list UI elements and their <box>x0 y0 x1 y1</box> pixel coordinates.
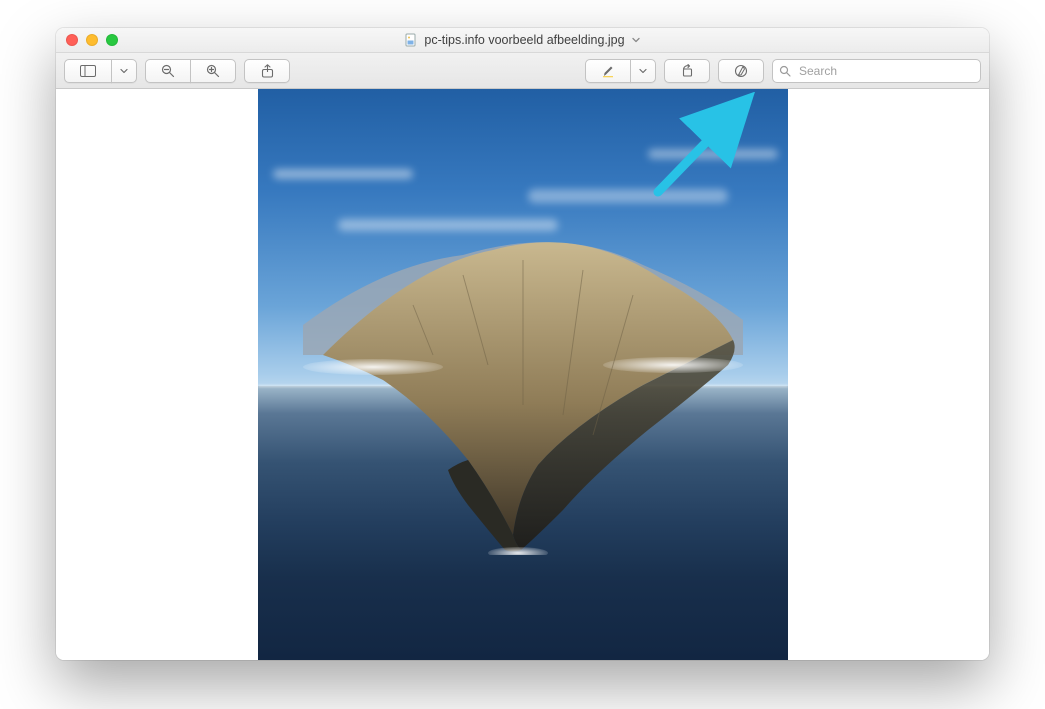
share-icon <box>261 64 274 78</box>
content-area <box>56 89 989 660</box>
share-button[interactable] <box>244 59 290 83</box>
zoom-window-button[interactable] <box>106 34 118 46</box>
markup-button[interactable] <box>718 59 764 83</box>
sidebar-icon <box>80 65 96 77</box>
toolbar <box>56 53 989 89</box>
zoom-out-button[interactable] <box>145 59 191 83</box>
highlight-segment <box>585 59 656 83</box>
titlebar: pc-tips.info voorbeeld afbeelding.jpg <box>56 28 989 53</box>
zoom-in-icon <box>206 64 220 78</box>
title-center[interactable]: pc-tips.info voorbeeld afbeelding.jpg <box>404 33 640 47</box>
image-canvas[interactable] <box>258 89 788 660</box>
highlight-menu-button[interactable] <box>630 59 656 83</box>
search-icon <box>779 65 791 77</box>
close-window-button[interactable] <box>66 34 78 46</box>
document-title: pc-tips.info voorbeeld afbeelding.jpg <box>424 33 624 47</box>
sidebar-menu-button[interactable] <box>111 59 137 83</box>
chevron-down-icon <box>639 67 647 75</box>
highlight-icon <box>601 64 615 78</box>
document-proxy-icon[interactable] <box>404 33 418 47</box>
sidebar-segment <box>64 59 137 83</box>
title-chevron-icon[interactable] <box>631 35 641 45</box>
rotate-left-icon <box>680 64 694 78</box>
chevron-down-icon <box>120 67 128 75</box>
preview-window: pc-tips.info voorbeeld afbeelding.jpg <box>56 28 989 660</box>
sidebar-button[interactable] <box>64 59 112 83</box>
markup-icon <box>734 64 748 78</box>
traffic-lights <box>66 34 118 46</box>
island-illustration <box>263 155 783 555</box>
minimize-window-button[interactable] <box>86 34 98 46</box>
search-field[interactable] <box>772 59 981 83</box>
search-input[interactable] <box>797 63 974 79</box>
zoom-segment <box>145 59 236 83</box>
rotate-button[interactable] <box>664 59 710 83</box>
zoom-in-button[interactable] <box>190 59 236 83</box>
highlight-button[interactable] <box>585 59 631 83</box>
zoom-out-icon <box>161 64 175 78</box>
